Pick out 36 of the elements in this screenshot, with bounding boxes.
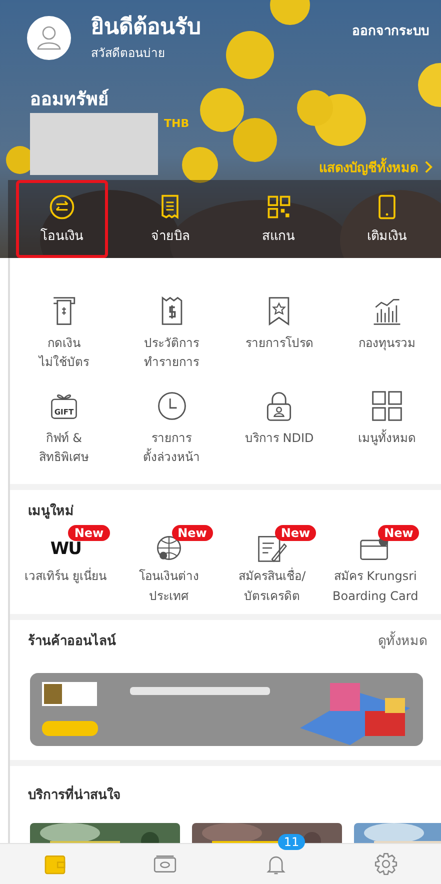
transfer-icon <box>48 192 76 220</box>
new-menu-item[interactable]: New สมัคร Krungsri Boarding Card <box>324 525 427 606</box>
new-menu-item[interactable]: New สมัครสินเชื่อ/ บัตรเครดิต <box>220 525 324 606</box>
new-badge: New <box>68 525 110 542</box>
menu-item[interactable]: GIFT กิฟท์ & สิทธิพิเศษ <box>10 389 118 466</box>
currency-label: THB <box>164 116 190 130</box>
chevron-icon <box>424 160 433 174</box>
notification-badge: 11 <box>278 834 306 850</box>
menu-item[interactable]: ประวัติการ ทำรายการ <box>118 294 226 372</box>
logout-link[interactable]: ออกจากระบบ <box>352 20 429 41</box>
menu-item[interactable]: เมนูทั้งหมด <box>333 389 441 466</box>
new-menu-item[interactable]: New โอนเงินต่าง ประเทศ <box>117 525 220 606</box>
welcome-title: ยินดีต้อนรับ <box>91 14 202 42</box>
menu-item[interactable]: กองทุนรวม <box>333 294 441 372</box>
avatar-icon[interactable] <box>27 16 71 60</box>
menu-item[interactable]: รายการ ตั้งล่วงหน้า <box>118 389 226 466</box>
wu-logo: WU <box>50 539 81 560</box>
greeting-subtitle: สวัสดีตอนบ่าย <box>91 44 166 62</box>
shortcut-button[interactable]: จ่ายบิล <box>124 180 216 258</box>
menu-item[interactable]: บริการ NDID <box>226 389 334 466</box>
section-title: ร้านค้าออนไลน์ <box>28 632 116 651</box>
view-all-link[interactable]: ดูทั้งหมด <box>378 630 427 651</box>
shortcut-button[interactable]: โอนเงิน <box>16 180 108 258</box>
section-title: เมนูใหม่ <box>28 504 74 520</box>
new-badge: New <box>378 525 420 542</box>
shortcut-button[interactable]: สแกน <box>232 180 325 258</box>
menu-item[interactable]: กดเงิน ไม่ใช้บัตร <box>10 294 118 372</box>
shortcut-button[interactable]: เติมเงิน <box>340 180 433 258</box>
section-title: บริการที่น่าสนใจ <box>28 784 122 805</box>
new-menu-item[interactable]: WU New เวสเทิร์น ยูเนี่ยน <box>14 525 118 606</box>
account-name: ออมทรัพย์ <box>30 88 109 112</box>
menu-item[interactable]: รายการโปรด <box>226 294 334 372</box>
new-badge: New <box>274 525 316 542</box>
new-badge: New <box>172 525 213 542</box>
settings-icon <box>372 851 399 877</box>
grid-icon <box>370 389 404 424</box>
